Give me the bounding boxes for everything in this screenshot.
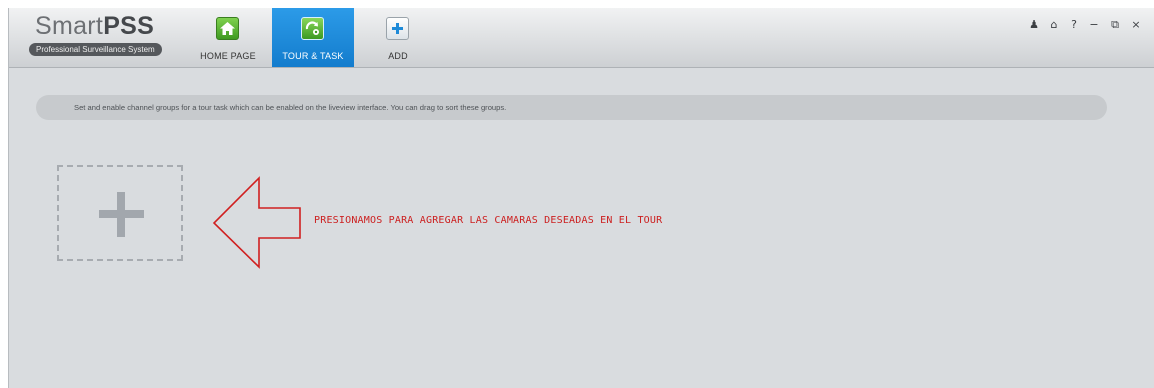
help-button[interactable]: ? <box>1067 18 1081 32</box>
tab-label: ADD <box>388 51 408 61</box>
info-banner: Set and enable channel groups for a tour… <box>36 95 1107 120</box>
app-logo: SmartPSS <box>35 12 154 41</box>
minimize-button[interactable]: − <box>1087 18 1101 32</box>
home-icon <box>216 17 239 40</box>
lock-icon[interactable]: ⌂ <box>1047 18 1061 32</box>
add-group-button[interactable] <box>57 165 183 261</box>
tab-home-page[interactable]: HOME PAGE <box>189 8 267 67</box>
user-icon[interactable]: ♟ <box>1027 18 1041 32</box>
close-button[interactable]: × <box>1129 18 1143 32</box>
tab-tour-task[interactable]: TOUR & TASK <box>272 8 354 67</box>
smartpss-window: SmartPSS Professional Surveillance Syste… <box>8 8 1154 388</box>
plus-icon-vertical <box>117 192 125 237</box>
tour-task-icon <box>301 17 324 40</box>
info-text: Set and enable channel groups for a tour… <box>74 103 507 112</box>
logo-bold: PSS <box>103 12 155 40</box>
restore-button[interactable]: ⧉ <box>1108 18 1122 32</box>
left-arrow-annotation-icon <box>212 176 301 269</box>
annotation-text: PRESIONAMOS PARA AGREGAR LAS CAMARAS DES… <box>314 215 663 226</box>
tab-label: TOUR & TASK <box>282 51 344 61</box>
logo-main: Smart <box>35 12 104 40</box>
plus-icon <box>386 17 409 40</box>
tab-add[interactable]: ADD <box>359 8 437 67</box>
logo-subtitle: Professional Surveillance System <box>29 43 162 56</box>
tab-label: HOME PAGE <box>200 51 256 61</box>
title-bar: SmartPSS Professional Surveillance Syste… <box>9 8 1154 68</box>
